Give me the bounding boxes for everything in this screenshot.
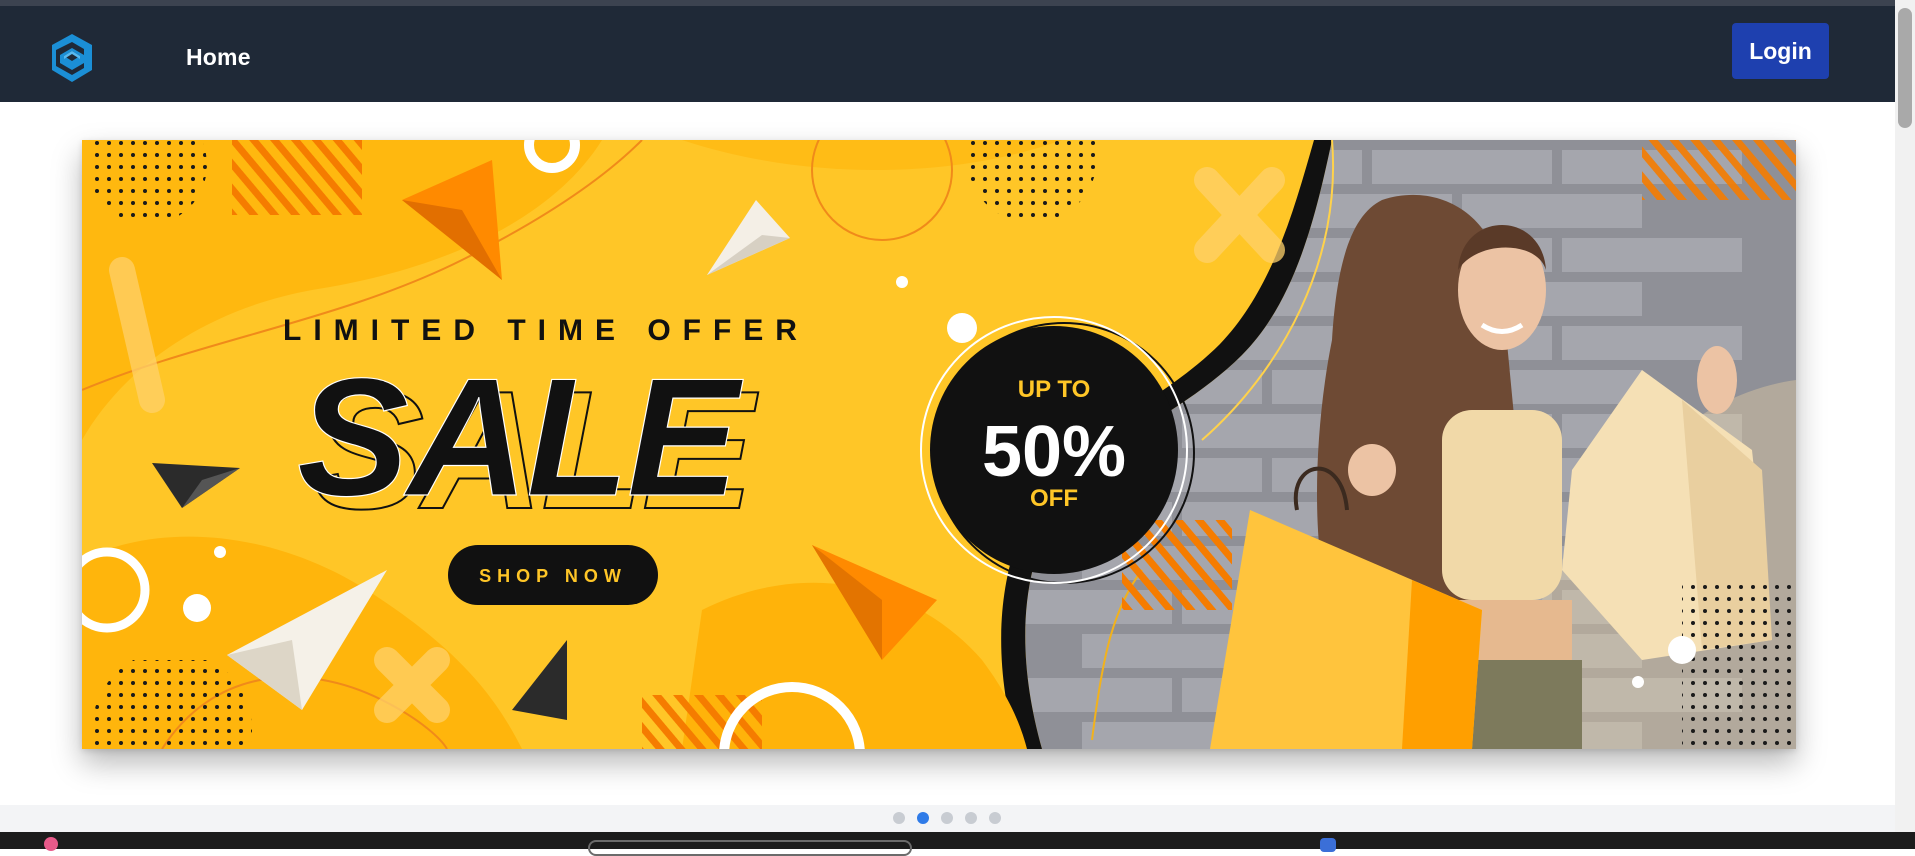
shop-now-button[interactable]: SHOP NOW bbox=[448, 545, 658, 605]
top-navbar: Home Login bbox=[0, 6, 1895, 102]
carousel-dot-3[interactable] bbox=[941, 812, 953, 824]
site-logo-icon[interactable] bbox=[48, 32, 96, 84]
carousel-dot-1[interactable] bbox=[893, 812, 905, 824]
sale-headline-text: SALE bbox=[297, 343, 744, 531]
login-button[interactable]: Login bbox=[1732, 23, 1829, 79]
shop-now-label: SHOP NOW bbox=[479, 566, 627, 586]
taskbar-browser-icon[interactable] bbox=[1320, 838, 1336, 852]
badge-up-to-text: UP TO bbox=[1018, 376, 1090, 403]
carousel-dot-2[interactable] bbox=[917, 812, 929, 824]
page-scrollbar[interactable] bbox=[1895, 0, 1915, 832]
nav-home-link[interactable]: Home bbox=[186, 44, 251, 71]
scrollbar-thumb[interactable] bbox=[1898, 8, 1912, 128]
taskbar-search-box[interactable] bbox=[588, 840, 912, 856]
os-taskbar bbox=[0, 832, 1915, 849]
carousel-dots bbox=[893, 812, 1001, 825]
badge-off-text: OFF bbox=[1030, 485, 1078, 512]
carousel-dot-4[interactable] bbox=[965, 812, 977, 824]
badge-percent-text: 50% bbox=[982, 412, 1126, 492]
carousel-dot-5[interactable] bbox=[989, 812, 1001, 824]
hero-banner-slide[interactable]: LIMITED TIME OFFER SALE SALE SHOP NOW UP… bbox=[82, 140, 1796, 749]
